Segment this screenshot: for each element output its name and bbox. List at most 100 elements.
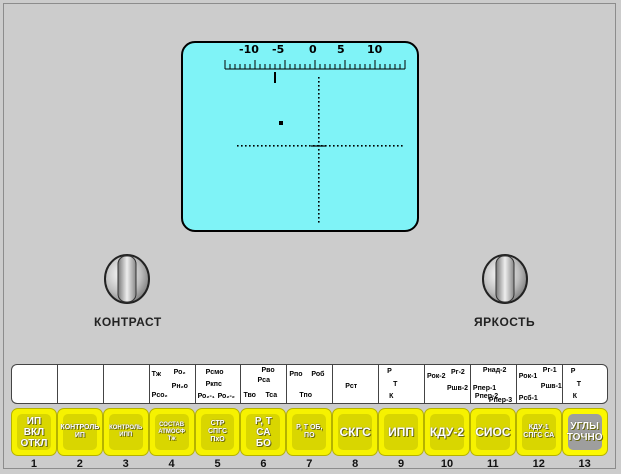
scale-label-0: 0 (309, 43, 317, 56)
key-11[interactable]: СИОС (469, 408, 516, 456)
key-2[interactable]: КОНТРОЛЬ ИП (56, 408, 103, 456)
indicator-cell-7: Рпо Роб Тпо (286, 364, 333, 404)
key-10[interactable]: КДУ-2 (424, 408, 470, 456)
crosshair-vertical-dot (318, 85, 320, 87)
key-number: 12 (532, 458, 545, 470)
crosshair-horizontal-dot (385, 145, 387, 147)
crosshair-horizontal-dot (245, 145, 247, 147)
crosshair-vertical-dot (318, 101, 320, 103)
indicator-param: Р (387, 368, 392, 375)
key-13[interactable]: УГЛЫ ТОЧНО (561, 408, 608, 456)
indicator-param: Рок-2 (427, 373, 446, 380)
target-dot (279, 121, 283, 125)
key-label: КДУ-1 СПГС СА (521, 414, 556, 450)
indicator-cell-12: Рок-1 Рг-1 Ршв-1 Рсб-1 (515, 364, 562, 404)
crosshair-vertical-dot (318, 201, 320, 203)
key-9[interactable]: ИПП (378, 408, 425, 456)
crosshair-horizontal-dot (253, 145, 255, 147)
crosshair-vertical-dot (318, 185, 320, 187)
crosshair-horizontal-dot (373, 145, 375, 147)
indicator-param: Роб (311, 371, 325, 378)
crosshair-horizontal-dot (329, 145, 331, 147)
key-number: 2 (76, 458, 83, 470)
indicator-param: Рво (261, 367, 275, 374)
key-12[interactable]: КДУ-1 СПГС СА (515, 408, 562, 456)
indicator-param: Рпо (289, 371, 303, 378)
crosshair-horizontal-dot (297, 145, 299, 147)
key-label: СИОС (475, 414, 511, 450)
key-label: СОСТАВ АТМОСФ Тж (154, 414, 189, 450)
crosshair-vertical-dot (318, 209, 320, 211)
indicator-param: Тса (265, 392, 278, 399)
function-key-row: ИП ВКЛ ОТКЛ КОНТРОЛЬ ИП КОНТРОЛЬ ИПП СОСТАВ… (11, 408, 608, 456)
key-label: ИПП (384, 414, 419, 450)
key-label: УГЛЫ ТОЧНО (567, 414, 602, 450)
key-4[interactable]: СОСТАВ АТМОСФ Тж (148, 408, 195, 456)
crosshair-horizontal-dot (337, 145, 339, 147)
crosshair-vertical-dot (318, 165, 320, 167)
key-number: 13 (578, 458, 591, 470)
crosshair-vertical-dot (318, 177, 320, 179)
key-number-row: 1 2 3 4 5 6 7 8 9 10 11 12 13 (11, 458, 608, 472)
indicator-cell-4: Тж Ро₂ Рсо₂ Рн₂о (148, 364, 195, 404)
indicator-param: Ро₂ (173, 369, 186, 376)
crosshair-horizontal-dot (301, 145, 303, 147)
crosshair-vertical-dot (318, 193, 320, 195)
crosshair-horizontal-dot (277, 145, 279, 147)
key-5[interactable]: СТР СПГС ПхО (194, 408, 241, 456)
indicator-param: Рнад-2 (482, 367, 507, 374)
indicator-param: Тво (243, 392, 256, 399)
crosshair-graphic (224, 60, 406, 223)
key-label: Р, Т СА БО (246, 414, 281, 450)
key-6[interactable]: Р, Т СА БО (240, 408, 287, 456)
crosshair-horizontal-dot (365, 145, 367, 147)
indicator-param: Ршв-2 (447, 385, 469, 392)
indicator-cell-3 (102, 364, 149, 404)
crosshair-horizontal-dot (241, 145, 243, 147)
crosshair-horizontal-dot (349, 145, 351, 147)
indicator-param: Т (576, 381, 581, 388)
indicator-param: Р (570, 368, 576, 375)
crosshair-vertical-dot (318, 217, 320, 219)
key-number: 8 (352, 458, 359, 470)
indicator-param: Ршв-1 (540, 383, 562, 390)
key-3[interactable]: КОНТРОЛЬ ИПП (102, 408, 149, 456)
scale-label-5: 5 (337, 43, 345, 56)
crosshair-horizontal-dot (249, 145, 251, 147)
crosshair-horizontal-dot (393, 145, 395, 147)
key-number: 5 (214, 458, 221, 470)
crosshair-horizontal-dot (369, 145, 371, 147)
crosshair-vertical-dot (318, 93, 320, 95)
indicator-cell-9: РТК (378, 364, 425, 404)
key-number: 7 (306, 458, 313, 470)
scale-label-10: 10 (367, 43, 383, 56)
crosshair-horizontal-dot (257, 145, 259, 147)
contrast-knob-icon (104, 254, 150, 304)
crosshair-vertical-dot (318, 117, 320, 119)
crosshair-vertical-dot (318, 141, 320, 143)
crosshair-horizontal-dot (265, 145, 267, 147)
indicator-param: Рпер-3 (488, 397, 513, 404)
key-8[interactable]: СКГС (332, 408, 379, 456)
brightness-knob[interactable] (482, 254, 528, 308)
indicator-cell-13: РТК (561, 364, 608, 404)
crosshair-vertical-dot (318, 181, 320, 183)
crosshair-horizontal-dot (381, 145, 383, 147)
indicator-param: Ро₂-₂ (217, 393, 235, 400)
key-1[interactable]: ИП ВКЛ ОТКЛ (11, 408, 57, 456)
indicator-param: Рсмо (205, 369, 224, 376)
scale-label-minus5: -5 (272, 43, 285, 56)
crosshair-horizontal-dot (305, 145, 307, 147)
crosshair-vertical-dot (318, 189, 320, 191)
crosshair-vertical-dot (318, 125, 320, 127)
crosshair-vertical-dot (318, 205, 320, 207)
crosshair-horizontal-dot (353, 145, 355, 147)
key-7[interactable]: Р, Т ОБ, ПО (286, 408, 333, 456)
crosshair-horizontal-dot (361, 145, 363, 147)
indicator-cell-2 (56, 364, 103, 404)
crosshair-vertical-dot (318, 105, 320, 107)
contrast-knob[interactable] (104, 254, 150, 308)
indicator-param: Рн₂о (171, 383, 188, 390)
crosshair-vertical-dot (318, 113, 320, 115)
indicator-param: Ркпс (205, 381, 222, 388)
